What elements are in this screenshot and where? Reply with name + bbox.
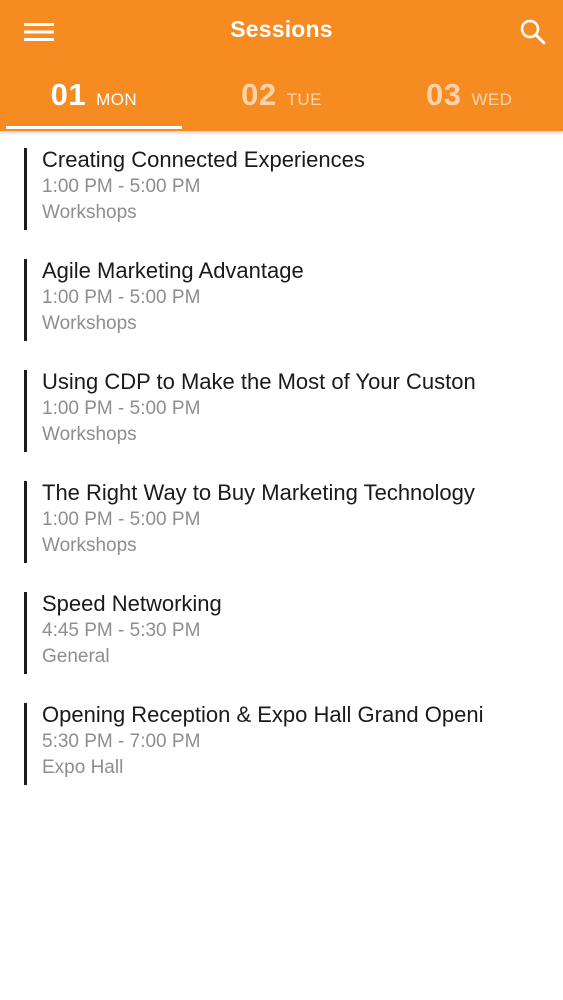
top-bar: Sessions	[0, 0, 563, 64]
session-track: General	[42, 646, 110, 667]
session-time: 1:00 PM - 5:00 PM	[42, 509, 201, 530]
tab-day-label: WED	[471, 89, 513, 109]
session-time: 5:30 PM - 7:00 PM	[42, 731, 201, 752]
selected-tab-indicator	[6, 126, 182, 129]
day-tabs: 01 MON 02 TUE 03 WED	[0, 64, 563, 131]
session-time: 1:00 PM - 5:00 PM	[42, 176, 201, 197]
search-icon[interactable]	[515, 14, 551, 50]
page-title: Sessions	[230, 16, 333, 42]
session-time: 1:00 PM - 5:00 PM	[42, 398, 201, 419]
session-track: Workshops	[42, 424, 137, 445]
session-track: Workshops	[42, 202, 137, 223]
tab-day-label: TUE	[286, 89, 322, 109]
tab-day-label: MON	[96, 89, 138, 109]
session-item[interactable]: Opening Reception & Expo Hall Grand Open…	[24, 703, 563, 785]
tab-day-01[interactable]: 01 MON	[0, 64, 188, 131]
session-title: The Right Way to Buy Marketing Technolog…	[42, 481, 475, 505]
session-time: 1:00 PM - 5:00 PM	[42, 287, 201, 308]
app-header: Sessions 01 MON 02 TUE 03 WED	[0, 0, 563, 131]
session-track: Workshops	[42, 313, 137, 334]
session-track: Expo Hall	[42, 757, 124, 778]
tab-day-number: 03	[426, 76, 462, 112]
session-item[interactable]: The Right Way to Buy Marketing Technolog…	[24, 481, 563, 563]
session-title: Agile Marketing Advantage	[42, 259, 304, 283]
tab-day-number: 02	[241, 76, 277, 112]
tab-day-number: 01	[50, 76, 87, 112]
tab-day-02[interactable]: 02 TUE	[188, 64, 376, 131]
session-item[interactable]: Using CDP to Make the Most of Your Custo…	[24, 370, 563, 452]
session-title: Speed Networking	[42, 592, 222, 616]
session-title: Creating Connected Experiences	[42, 148, 365, 172]
tab-day-03[interactable]: 03 WED	[375, 64, 563, 131]
session-item[interactable]: Creating Connected Experiences 1:00 PM -…	[24, 148, 563, 230]
session-track: Workshops	[42, 535, 137, 556]
session-item[interactable]: Speed Networking 4:45 PM - 5:30 PM Gener…	[24, 592, 563, 674]
hamburger-menu-icon[interactable]	[22, 16, 62, 48]
session-title: Opening Reception & Expo Hall Grand Open…	[42, 703, 484, 727]
session-item[interactable]: Agile Marketing Advantage 1:00 PM - 5:00…	[24, 259, 563, 341]
session-time: 4:45 PM - 5:30 PM	[42, 620, 201, 641]
session-title: Using CDP to Make the Most of Your Custo…	[42, 370, 476, 394]
